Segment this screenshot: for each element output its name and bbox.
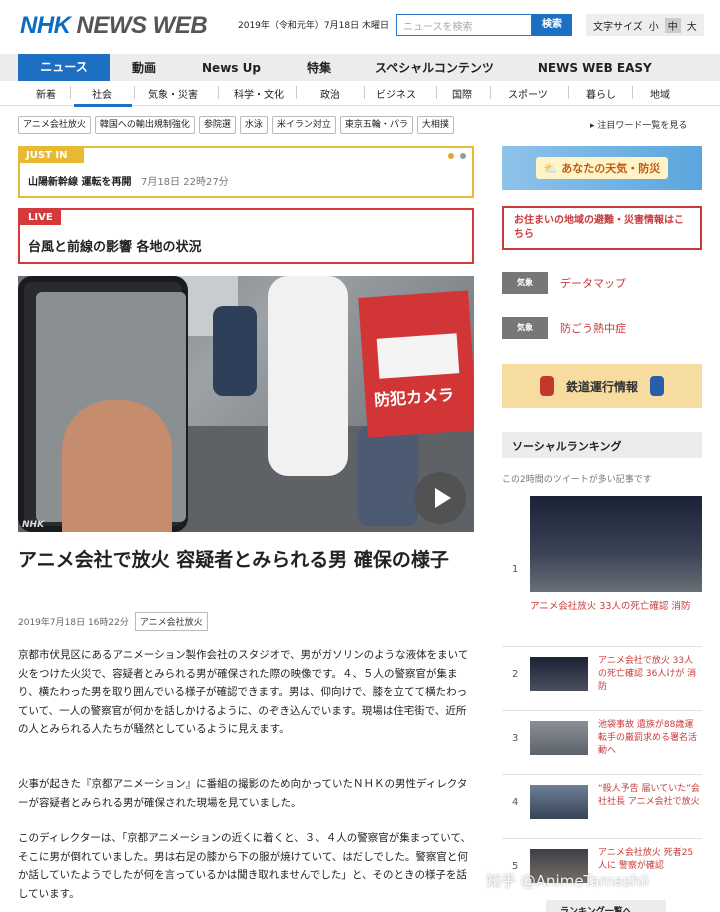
tag-item[interactable]: 参院選 bbox=[198, 116, 236, 134]
ranking-text: 池袋事故 遺族が88歳運転手の厳罰求める署名活動へ bbox=[598, 720, 698, 756]
search-button[interactable]: 検索 bbox=[532, 14, 572, 36]
ranking-number: 3 bbox=[512, 733, 519, 744]
category-business[interactable]: ビジネス bbox=[376, 86, 416, 101]
ranking-number: 1 bbox=[512, 564, 519, 575]
nav-news-up[interactable]: News Up bbox=[202, 61, 261, 75]
article-title: アニメ会社で放火 容疑者とみられる男 確保の様子 bbox=[18, 549, 449, 571]
category-region[interactable]: 地域 bbox=[650, 86, 670, 101]
ranking-item[interactable]: 4 “殺人予告 届いていた”会社社長 アニメ会社で放火 bbox=[502, 774, 702, 826]
weather-banner[interactable]: ⛅ あなたの天気・防災 bbox=[502, 146, 702, 190]
article-paragraph: 京都市伏見区にあるアニメーション製作会社のスタジオで、男がガソリンのような液体を… bbox=[18, 649, 469, 735]
live-label: LIVE bbox=[20, 210, 61, 225]
ranking-item[interactable]: 1 アニメ会社放火 33人の死亡確認 消防 bbox=[502, 496, 702, 630]
ranking-number: 2 bbox=[512, 669, 519, 680]
weather-label: あなたの天気・防災 bbox=[561, 162, 661, 175]
ranking-more-button[interactable]: ランキング一覧へ bbox=[546, 900, 666, 912]
carousel-dots bbox=[448, 153, 466, 159]
nav-news[interactable]: ニュース bbox=[18, 54, 110, 81]
trending-tags: アニメ会社放火 韓国への輸出規制強化 参院選 水泳 米イラン対立 東京五輪・パラ… bbox=[18, 116, 454, 134]
logo-nhk: NHK bbox=[20, 12, 71, 39]
ranking-text: “殺人予告 届いていた”会社社長 アニメ会社で放火 bbox=[598, 784, 700, 807]
article-paragraph: このディレクターは、「京都アニメーションの近くに着くと、３、４人の警察官が集まっ… bbox=[18, 832, 471, 900]
service-label: 防ごう熱中症 bbox=[560, 322, 626, 335]
category-life[interactable]: 暮らし bbox=[586, 86, 616, 101]
train-info-label: 鉄道運行情報 bbox=[565, 379, 638, 394]
carousel-dot[interactable] bbox=[460, 153, 466, 159]
font-size-small[interactable]: 小 bbox=[649, 18, 659, 33]
service-badge: 気象 bbox=[502, 272, 548, 294]
font-size-label: 文字サイズ bbox=[593, 21, 643, 33]
tag-item[interactable]: 水泳 bbox=[239, 116, 268, 134]
photo-hand bbox=[62, 400, 172, 532]
service-label: データマップ bbox=[560, 277, 626, 290]
live-box[interactable]: LIVE 台風と前線の影響 各地の状況 bbox=[18, 208, 474, 264]
ranking-text: アニメ会社で放火 33人の死亡確認 36人けが 消防 bbox=[598, 656, 697, 692]
ranking-thumbnail bbox=[530, 496, 702, 592]
evacuation-banner[interactable]: お住まいの地域の避難・災害情報はこちら bbox=[502, 206, 702, 250]
category-politics[interactable]: 政治 bbox=[320, 86, 340, 101]
tag-item[interactable]: アニメ会社放火 bbox=[18, 116, 91, 134]
ranking-thumbnail bbox=[530, 785, 588, 819]
ranking-number: 4 bbox=[512, 797, 519, 808]
social-ranking-subtitle: この2時間のツイートが多い記事です bbox=[502, 475, 652, 485]
ranking-text: アニメ会社放火 33人の死亡確認 消防 bbox=[530, 601, 691, 612]
category-sports[interactable]: スポーツ bbox=[508, 86, 548, 101]
nhk-news-web-logo[interactable]: NHK NEWS WEB bbox=[20, 10, 208, 42]
train-info-banner[interactable]: 鉄道運行情報 bbox=[502, 364, 702, 408]
nhk-watermark: NHK bbox=[22, 520, 45, 530]
tag-item[interactable]: 韓国への輸出規制強化 bbox=[94, 116, 195, 134]
main-nav: ニュース 動画 News Up 特集 スペシャルコンテンツ NEWS WEB E… bbox=[0, 54, 720, 81]
article-video[interactable]: 防犯カメラ NHK bbox=[18, 276, 474, 532]
ranking-item[interactable]: 2 アニメ会社で放火 33人の死亡確認 36人けが 消防 bbox=[502, 646, 702, 698]
zhihu-watermark: 知乎 @AnimeTamashii bbox=[486, 872, 649, 890]
category-nav: 新着 社会 気象・災害 科学・文化 政治 ビジネス 国際 スポーツ 暮らし 地域 bbox=[0, 80, 720, 107]
article-meta: 2019年7月18日 16時22分 アニメ会社放火 bbox=[18, 611, 208, 631]
service-link-datamap[interactable]: 気象 データマップ bbox=[502, 272, 626, 294]
nav-feature[interactable]: 特集 bbox=[307, 59, 331, 76]
font-size-large[interactable]: 大 bbox=[687, 18, 697, 33]
article-tag[interactable]: アニメ会社放火 bbox=[134, 611, 208, 631]
photo-person bbox=[213, 306, 257, 396]
active-category-indicator bbox=[74, 104, 132, 107]
article-paragraph: 火事が起きた『京都アニメーション』に番組の撮影のため向かっていたＮＨＫの男性ディ… bbox=[18, 778, 468, 809]
font-size-switcher: 文字サイズ 小 中 大 bbox=[586, 14, 704, 36]
live-headline[interactable]: 台風と前線の影響 各地の状況 bbox=[28, 236, 202, 255]
just-in-box[interactable]: JUST IN 山陽新幹線 運転を再開 7月18日 22時27分 bbox=[18, 146, 474, 198]
category-science[interactable]: 科学・文化 bbox=[234, 86, 284, 101]
ranking-item[interactable]: 3 池袋事故 遺族が88歳運転手の厳罰求める署名活動へ bbox=[502, 710, 702, 762]
font-size-medium[interactable]: 中 bbox=[664, 17, 681, 33]
just-in-label: JUST IN bbox=[20, 148, 84, 163]
just-in-headline[interactable]: 山陽新幹線 運転を再開 7月18日 22時27分 bbox=[28, 173, 229, 188]
nav-easy[interactable]: NEWS WEB EASY bbox=[538, 61, 652, 75]
weather-sun-cloud-icon: ⛅ bbox=[543, 162, 562, 175]
service-link-heatstroke[interactable]: 気象 防ごう熱中症 bbox=[502, 317, 626, 339]
category-society[interactable]: 社会 bbox=[92, 86, 112, 101]
article-date: 2019年7月18日 16時22分 bbox=[18, 617, 129, 628]
category-new[interactable]: 新着 bbox=[36, 86, 56, 101]
tag-item[interactable]: 米イラン対立 bbox=[271, 116, 336, 134]
just-in-title: 山陽新幹線 運転を再開 bbox=[28, 177, 132, 188]
ranking-thumbnail bbox=[530, 657, 588, 691]
photo-person bbox=[268, 276, 348, 476]
just-in-time: 7月18日 22時27分 bbox=[140, 177, 229, 188]
nav-special[interactable]: スペシャルコンテンツ bbox=[375, 59, 494, 76]
play-icon[interactable] bbox=[414, 472, 466, 524]
carousel-dot-active[interactable] bbox=[448, 153, 454, 159]
social-ranking-title: ソーシャルランキング bbox=[502, 432, 702, 458]
tag-item[interactable]: 大相撲 bbox=[416, 116, 454, 134]
train-icon bbox=[539, 376, 554, 396]
nav-video[interactable]: 動画 bbox=[132, 59, 156, 76]
ranking-thumbnail bbox=[530, 721, 588, 755]
header-date: 2019年（令和元年）7月18日 木曜日 bbox=[238, 21, 389, 31]
category-international[interactable]: 国際 bbox=[452, 86, 472, 101]
category-weather[interactable]: 気象・災害 bbox=[148, 86, 198, 101]
trending-words-link[interactable]: ▸ 注目ワード一覧を見る bbox=[590, 118, 687, 131]
logo-newsweb: NEWS WEB bbox=[76, 12, 208, 39]
photo-sign-panel bbox=[376, 333, 460, 379]
service-badge: 気象 bbox=[502, 317, 548, 339]
photo-person bbox=[358, 426, 418, 526]
tag-item[interactable]: 東京五輪・パラ bbox=[339, 116, 413, 134]
search-input[interactable]: ニュースを検索 bbox=[396, 14, 532, 36]
train-icon bbox=[650, 376, 664, 396]
